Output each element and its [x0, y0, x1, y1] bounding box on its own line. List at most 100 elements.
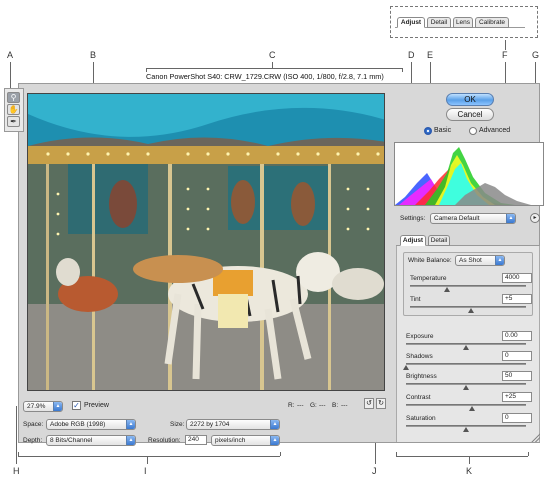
exposure-label: Exposure — [406, 333, 434, 340]
callout-e: E — [427, 50, 434, 60]
chevron-updown-icon: ▲ — [270, 420, 279, 429]
tab-calibrate[interactable]: Calibrate — [475, 17, 509, 28]
contrast-label: Contrast — [406, 394, 431, 401]
space-value: Adobe RGB (1998) — [50, 421, 106, 428]
chevron-updown-icon: ▲ — [270, 436, 279, 445]
image-preview[interactable] — [27, 93, 385, 391]
contrast-field[interactable]: +25 — [502, 392, 532, 402]
resolution-field[interactable]: 240 — [185, 435, 207, 445]
image-info-title: Canon PowerShot S40: CRW_1729.CRW (ISO 4… — [146, 72, 384, 81]
callout-c: C — [269, 50, 276, 60]
panel-tab-detail[interactable]: Detail — [428, 235, 450, 246]
preview-label: Preview — [84, 402, 109, 409]
rotate-right-icon: ↻ — [378, 400, 384, 407]
callout-k-bracket-left — [396, 452, 397, 456]
settings-label: Settings: — [400, 215, 426, 222]
histogram-graph — [395, 143, 543, 205]
brightness-field[interactable]: 50 — [502, 371, 532, 381]
preview-checkbox[interactable]: ✓ — [72, 401, 81, 410]
chevron-updown-icon: ▲ — [53, 402, 62, 411]
exposure-slider-thumb[interactable] — [463, 345, 469, 350]
shadows-slider-thumb[interactable] — [403, 365, 409, 370]
red-readout-value: --- — [297, 402, 304, 409]
chevron-updown-icon: ▲ — [506, 214, 515, 223]
tab-lens[interactable]: Lens — [453, 17, 473, 28]
basic-mode-radio[interactable] — [424, 127, 432, 135]
temperature-label: Temperature — [410, 275, 447, 282]
cancel-button[interactable]: Cancel — [446, 108, 494, 121]
space-menu[interactable]: Adobe RGB (1998) ▲ — [46, 419, 136, 430]
callout-k-bracket — [396, 456, 528, 457]
brightness-slider-thumb[interactable] — [463, 385, 469, 390]
flyout-arrow-icon: ▸ — [533, 215, 537, 221]
resolution-label: Resolution: — [148, 437, 181, 444]
settings-menu-value: Camera Default — [434, 215, 480, 222]
tint-label: Tint — [410, 296, 421, 303]
contrast-slider-thumb[interactable] — [469, 406, 475, 411]
blue-readout-value: --- — [341, 402, 348, 409]
callout-h: H — [13, 466, 20, 476]
tab-strip: Adjust Detail Lens Calibrate — [395, 15, 525, 28]
callout-b: B — [90, 50, 97, 60]
shadows-slider-track[interactable] — [406, 363, 526, 365]
callout-i: I — [144, 466, 147, 476]
saturation-field[interactable]: 0 — [502, 413, 532, 423]
tab-detail[interactable]: Detail — [427, 17, 451, 28]
green-readout-value: --- — [319, 402, 326, 409]
saturation-slider-thumb[interactable] — [463, 427, 469, 432]
callout-i-bracket — [18, 456, 280, 457]
brightness-label: Brightness — [406, 373, 437, 380]
space-label: Space: — [23, 421, 44, 428]
callout-i-line — [147, 456, 148, 464]
red-readout-label: R: — [288, 402, 295, 409]
callout-g: G — [532, 50, 540, 60]
size-menu[interactable]: 2272 by 1704 ▲ — [186, 419, 280, 430]
callout-f: F — [502, 50, 508, 60]
callout-h-line — [16, 406, 17, 464]
advanced-mode-radio[interactable] — [469, 127, 477, 135]
exposure-field[interactable]: 0.00 — [502, 331, 532, 341]
temperature-field[interactable]: 4000 — [502, 273, 532, 283]
settings-menu[interactable]: Camera Default ▲ — [430, 213, 516, 224]
callout-k-line — [469, 456, 470, 464]
shadows-field[interactable]: 0 — [502, 351, 532, 361]
tab-adjust[interactable]: Adjust — [397, 17, 425, 28]
depth-label: Depth: — [23, 437, 43, 444]
chevron-updown-icon: ▲ — [495, 256, 504, 265]
checkmark-icon: ✓ — [73, 401, 80, 410]
depth-value: 8 Bits/Channel — [50, 437, 93, 444]
zoom-level-menu[interactable]: 27.9% ▲ — [23, 401, 63, 412]
rotate-right-button[interactable]: ↻ — [376, 398, 386, 409]
callout-d: D — [408, 50, 415, 60]
depth-menu[interactable]: 8 Bits/Channel ▲ — [46, 435, 136, 446]
callout-f-line — [505, 40, 506, 50]
temperature-slider-thumb[interactable] — [444, 287, 451, 292]
blue-readout-label: B: — [332, 402, 339, 409]
chevron-updown-icon: ▲ — [126, 420, 135, 429]
resolution-unit-menu[interactable]: pixels/inch ▲ — [211, 435, 280, 446]
zoom-level-value: 27.9% — [27, 403, 46, 410]
hand-tool-icon[interactable]: ✋ — [7, 104, 20, 115]
callout-a: A — [7, 50, 14, 60]
green-readout-label: G: — [310, 402, 317, 409]
tint-field[interactable]: +5 — [502, 294, 532, 304]
chevron-updown-icon: ▲ — [126, 436, 135, 445]
rotate-left-button[interactable]: ↺ — [364, 398, 374, 409]
settings-flyout-button[interactable]: ▸ — [530, 213, 540, 223]
resolution-unit-value: pixels/inch — [215, 437, 246, 444]
contrast-slider-track[interactable] — [406, 404, 526, 406]
eyedropper-tool-icon[interactable]: ✒ — [7, 116, 20, 127]
rotate-left-icon: ↺ — [366, 400, 372, 407]
temperature-slider-track[interactable] — [410, 285, 526, 287]
white-balance-menu[interactable]: As Shot ▲ — [455, 255, 505, 266]
advanced-mode-label: Advanced — [479, 127, 511, 134]
panel-tab-adjust[interactable]: Adjust — [400, 235, 426, 246]
resize-grip-icon[interactable] — [531, 433, 540, 442]
ok-button[interactable]: OK — [446, 93, 494, 106]
size-value: 2272 by 1704 — [190, 421, 230, 428]
tint-slider-thumb[interactable] — [468, 308, 475, 313]
callout-i-bracket-right — [280, 452, 281, 456]
callout-a-line — [10, 62, 11, 90]
basic-mode-label: Basic — [434, 127, 452, 134]
zoom-tool-icon[interactable]: ⚲ — [7, 92, 20, 103]
